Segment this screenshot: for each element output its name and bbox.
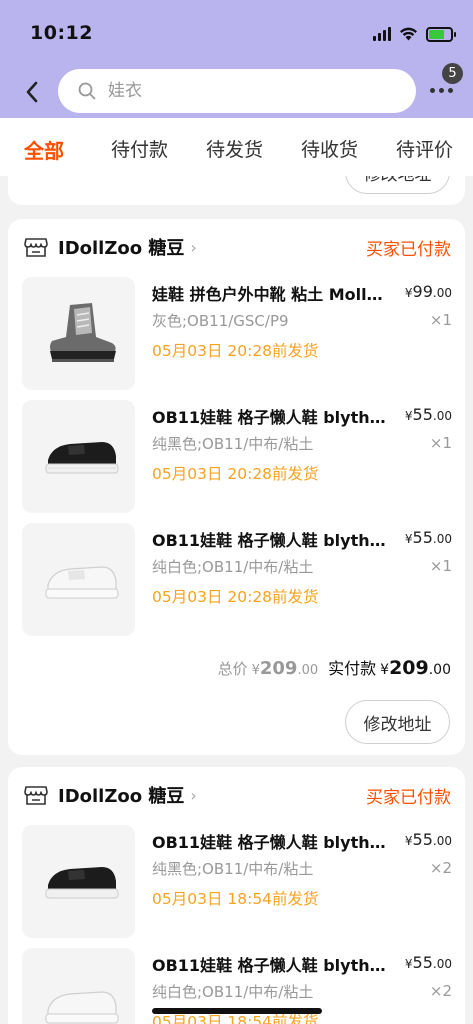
tab-pending-shipment[interactable]: 待发货 [206,135,263,162]
back-button[interactable] [18,78,46,106]
shop-header[interactable]: IDollZoo 糖豆 › 买家已付款 [24,782,451,808]
tab-pending-receipt[interactable]: 待收货 [301,135,358,162]
product-image-black-slipon[interactable] [22,825,135,938]
total-price: ¥209.00 [252,658,319,679]
product-image-gray-boot[interactable] [22,277,135,390]
price-int: 55 [412,528,433,547]
shop-header[interactable]: IDollZoo 糖豆 › 买家已付款 [24,234,451,260]
item-title[interactable]: OB11娃鞋 格子懒人鞋 blythe小布 [152,527,388,551]
price-int: 55 [412,405,433,424]
message-count-badge: 5 [442,63,463,84]
chevron-left-icon [26,81,38,103]
ship-deadline: 05月03日 20:28前发货 [152,465,319,483]
price-currency: ¥ [404,286,413,300]
price-int: 55 [412,830,433,849]
order-item[interactable]: OB11娃鞋 格子懒人鞋 blythe小布 ¥55.00 纯黑色;OB11/中布… [22,400,452,514]
product-image-white-slipon[interactable] [22,523,135,636]
more-dot-icon [448,87,453,93]
price-currency: ¥ [404,409,413,423]
total-int: 209 [259,658,298,679]
paid-label: 实付款 [328,659,377,678]
price-dec: .00 [432,409,452,423]
item-price: ¥55.00 [405,953,452,972]
item-title[interactable]: 娃鞋 拼色户外中靴 粘土 Molly Blythe [152,281,388,305]
shop-name[interactable]: IDollZoo 糖豆 [58,782,184,808]
modify-address-button[interactable]: 修改地址 [345,700,450,744]
price-currency: ¥ [404,532,413,546]
signal-icon [373,27,391,41]
item-qty: ×1 [429,311,452,329]
item-spec: 纯黑色;OB11/中布/粘土 [152,860,314,878]
wifi-icon [400,27,417,41]
ship-deadline: 05月03日 20:28前发货 [152,342,319,360]
ship-deadline: 05月03日 18:54前发货 [152,890,319,908]
price-currency: ¥ [404,957,413,971]
search-icon [78,82,96,100]
tab-all[interactable]: 全部 [24,135,64,164]
item-spec: 纯白色;OB11/中布/粘土 [152,558,314,576]
order-card: IDollZoo 糖豆 › 买家已付款 娃鞋 拼色户外中靴 粘土 Molly B… [8,219,465,755]
ship-deadline: 05月03日 20:28前发货 [152,588,319,606]
item-price: ¥55.00 [405,830,452,849]
chevron-right-icon: › [190,237,197,257]
chevron-right-icon: › [190,785,197,805]
item-title[interactable]: OB11娃鞋 格子懒人鞋 blythe小布 [152,404,388,428]
tab-pending-payment[interactable]: 待付款 [111,135,168,162]
price-dec: .00 [432,286,452,300]
item-title[interactable]: OB11娃鞋 格子懒人鞋 blythe小布 [152,952,388,976]
paid-currency: ¥ [380,662,390,678]
tabs-overlay: 全部 待付款 待发货 待收货 待评价 [0,118,473,176]
order-totals: 总价 ¥209.00 实付款 ¥209.00 [218,655,451,679]
item-spec: 纯黑色;OB11/中布/粘土 [152,435,314,453]
price-dec: .00 [432,532,452,546]
order-status: 买家已付款 [366,788,451,808]
item-qty: ×2 [429,859,452,877]
paid-price: ¥209.00 [380,657,451,679]
total-dec: .00 [297,663,319,678]
home-indicator[interactable] [152,1008,322,1014]
product-image-black-slipon[interactable] [22,400,135,513]
tab-pending-review[interactable]: 待评价 [396,135,453,162]
order-item[interactable]: 娃鞋 拼色户外中靴 粘土 Molly Blythe ¥99.00 灰色;OB11… [22,277,452,391]
order-item[interactable]: OB11娃鞋 格子懒人鞋 blythe小布 ¥55.00 纯白色;OB11/中布… [22,523,452,637]
order-status: 买家已付款 [366,240,451,260]
search-bar[interactable] [58,69,416,113]
shop-name[interactable]: IDollZoo 糖豆 [58,234,184,260]
more-options-button[interactable] [430,82,460,98]
item-qty: ×1 [429,434,452,452]
more-dot-icon [430,87,435,93]
price-currency: ¥ [404,834,413,848]
status-time: 10:12 [30,22,93,44]
total-currency: ¥ [251,663,260,678]
item-qty: ×1 [429,557,452,575]
item-price: ¥55.00 [405,528,452,547]
item-price: ¥99.00 [405,282,452,301]
price-int: 55 [412,953,433,972]
shop-icon [24,238,48,257]
order-item[interactable]: OB11娃鞋 格子懒人鞋 blythe小布 ¥55.00 纯黑色;OB11/中布… [22,825,452,939]
price-dec: .00 [432,834,452,848]
top-header: 10:12 5 [0,0,473,118]
paid-int: 209 [389,657,429,679]
battery-icon [426,26,456,42]
order-card: IDollZoo 糖豆 › 买家已付款 OB11娃鞋 格子懒人鞋 blythe小… [8,767,465,1024]
item-qty: ×2 [429,982,452,1000]
search-input[interactable] [108,81,348,101]
item-price: ¥55.00 [405,405,452,424]
shop-icon [24,786,48,805]
more-dot-icon [439,87,444,93]
item-spec: 纯白色;OB11/中布/粘土 [152,983,314,1001]
price-dec: .00 [432,957,452,971]
paid-dec: .00 [428,662,451,678]
status-icons [373,24,456,44]
total-label: 总价 [217,660,248,678]
item-spec: 灰色;OB11/GSC/P9 [152,312,289,330]
item-title[interactable]: OB11娃鞋 格子懒人鞋 blythe小布 [152,829,388,853]
price-int: 99 [412,282,433,301]
product-image-white-slipon[interactable] [22,948,135,1024]
